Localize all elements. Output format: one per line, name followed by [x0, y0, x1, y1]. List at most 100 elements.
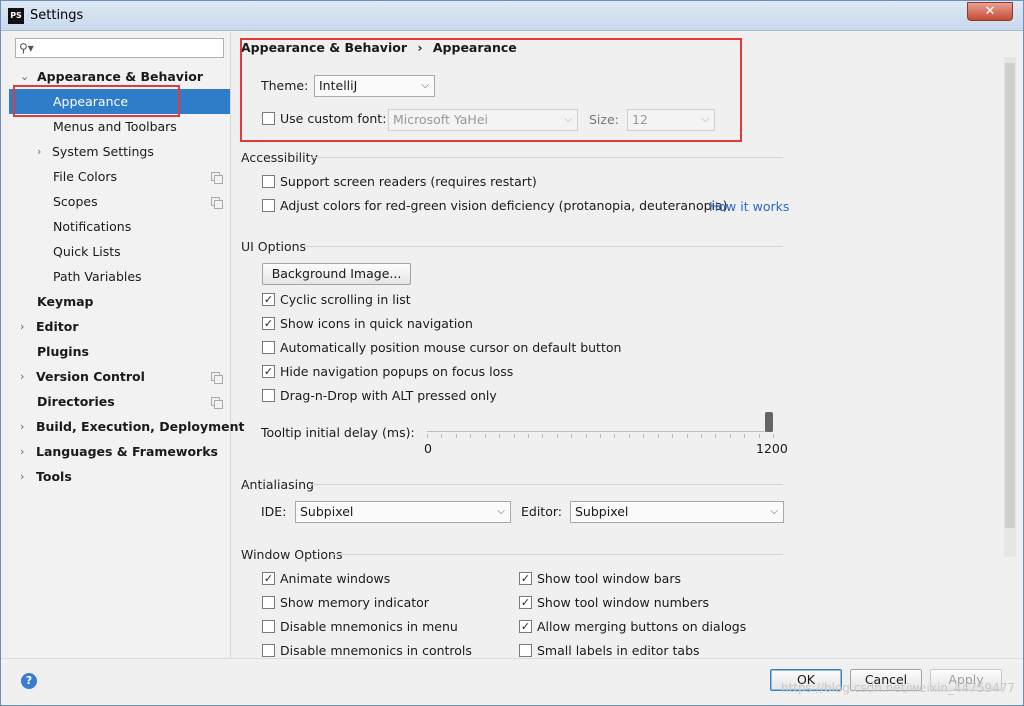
settings-sidebar: ⚲▾ ⌄ Appearance & Behavior Appearance Me…: [9, 32, 244, 658]
editor-antialiasing-select[interactable]: Subpixel ⌵: [570, 501, 784, 523]
theme-value: IntelliJ: [319, 78, 358, 93]
how-it-works-link[interactable]: How it works: [709, 199, 789, 214]
checkbox-box: [262, 620, 275, 633]
breadcrumb: Appearance & Behavior › Appearance: [241, 40, 517, 55]
help-icon[interactable]: ?: [21, 673, 37, 689]
project-scope-icon: [211, 372, 223, 384]
chevron-right-icon: ›: [20, 370, 25, 383]
slider-tick: [499, 434, 500, 438]
sidebar-item-label: Keymap: [37, 294, 94, 309]
checkbox-box: [262, 175, 275, 188]
search-input[interactable]: [40, 40, 220, 56]
sidebar-item-appearance-behavior[interactable]: ⌄ Appearance & Behavior: [9, 64, 230, 89]
chevron-down-icon: ⌵: [497, 506, 505, 517]
sidebar-item-menus-toolbars[interactable]: Menus and Toolbars: [9, 114, 230, 139]
title-bar: PS Settings ✕: [1, 1, 1023, 31]
sidebar-item-build-execution-deployment[interactable]: › Build, Execution, Deployment: [9, 414, 244, 439]
project-scope-icon: [211, 397, 223, 409]
sidebar-item-directories[interactable]: Directories: [9, 389, 230, 414]
sidebar-item-label: Menus and Toolbars: [53, 119, 177, 134]
close-button[interactable]: ✕: [967, 2, 1013, 21]
size-label: Size:: [589, 112, 619, 127]
slider-tick: [730, 434, 731, 438]
sidebar-item-quick-lists[interactable]: Quick Lists: [9, 239, 230, 264]
slider-tick: [701, 434, 702, 438]
window-options-section-title: Window Options: [241, 547, 343, 562]
vertical-scrollbar[interactable]: [1004, 57, 1016, 557]
ui-options-section-title: UI Options: [241, 239, 307, 254]
search-box[interactable]: ⚲▾: [15, 38, 224, 58]
section-divider: [332, 554, 783, 555]
breadcrumb-separator-icon: ›: [417, 40, 423, 55]
ide-antialiasing-value: Subpixel: [300, 504, 354, 519]
checkbox-label: Support screen readers (requires restart…: [280, 174, 537, 189]
section-divider: [312, 157, 783, 158]
breadcrumb-parent[interactable]: Appearance & Behavior: [241, 40, 407, 55]
close-icon: ✕: [984, 4, 996, 19]
sidebar-item-keymap[interactable]: Keymap: [9, 289, 230, 314]
checkbox-box: ✓: [262, 365, 275, 378]
checkbox-label: Cyclic scrolling in list: [280, 292, 411, 307]
slider-tick: [571, 434, 572, 438]
settings-content: Appearance & Behavior › Appearance Theme…: [232, 32, 1023, 658]
sidebar-item-editor[interactable]: › Editor: [9, 314, 230, 339]
sidebar-item-label: Directories: [37, 394, 115, 409]
slider-tick: [715, 434, 716, 438]
checkbox-box: [262, 199, 275, 212]
checkbox-label: Adjust colors for red-green vision defic…: [280, 198, 728, 213]
sidebar-item-label: Notifications: [53, 219, 132, 234]
font-size-select[interactable]: 12 ⌵: [627, 109, 715, 131]
sidebar-item-notifications[interactable]: Notifications: [9, 214, 230, 239]
slider-min-label: 0: [424, 441, 432, 456]
checkbox-box: ✓: [519, 596, 532, 609]
search-icon: ⚲▾: [19, 41, 34, 55]
sidebar-item-label: Build, Execution, Deployment: [36, 419, 245, 434]
checkbox-label: Show tool window bars: [537, 571, 681, 586]
sidebar-item-tools[interactable]: › Tools: [9, 464, 230, 489]
checkbox-label: Allow merging buttons on dialogs: [537, 619, 747, 634]
slider-thumb[interactable]: [765, 412, 773, 432]
checkbox-label: Drag-n-Drop with ALT pressed only: [280, 388, 497, 403]
settings-window: PS Settings ✕ ⚲▾ ⌄ Appearance & Behavior…: [0, 0, 1024, 706]
sidebar-item-path-variables[interactable]: Path Variables: [9, 264, 230, 289]
checkbox-box: [262, 341, 275, 354]
breadcrumb-current: Appearance: [432, 40, 517, 55]
theme-label: Theme:: [261, 78, 309, 93]
font-size-value: 12: [632, 112, 648, 127]
sidebar-item-label: Plugins: [37, 344, 89, 359]
tooltip-delay-slider[interactable]: [425, 412, 775, 442]
checkbox-box: ✓: [519, 572, 532, 585]
checkbox-box: ✓: [262, 293, 275, 306]
sidebar-item-scopes[interactable]: Scopes: [9, 189, 230, 214]
slider-tick: [542, 434, 543, 438]
sidebar-item-system-settings[interactable]: › System Settings: [9, 139, 230, 164]
sidebar-item-appearance[interactable]: Appearance: [9, 89, 230, 114]
checkbox-label: Automatically position mouse cursor on d…: [280, 340, 622, 355]
background-image-button[interactable]: Background Image...: [262, 263, 411, 285]
slider-track: [427, 431, 773, 432]
slider-tick: [629, 434, 630, 438]
slider-tick: [586, 434, 587, 438]
antialiasing-section-title: Antialiasing: [241, 477, 314, 492]
sidebar-item-file-colors[interactable]: File Colors: [9, 164, 230, 189]
chevron-right-icon: ›: [20, 470, 25, 483]
custom-font-select[interactable]: Microsoft YaHei ⌵: [388, 109, 578, 131]
chevron-right-icon: ›: [20, 445, 25, 458]
chevron-down-icon: ⌵: [421, 80, 429, 91]
slider-tick: [485, 434, 486, 438]
sidebar-item-version-control[interactable]: › Version Control: [9, 364, 230, 389]
theme-select[interactable]: IntelliJ ⌵: [314, 75, 435, 97]
chevron-down-icon: ⌵: [770, 506, 778, 517]
sidebar-item-label: Appearance & Behavior: [37, 69, 203, 84]
sidebar-item-label: Path Variables: [53, 269, 142, 284]
slider-tick: [672, 434, 673, 438]
sidebar-item-languages-frameworks[interactable]: › Languages & Frameworks: [9, 439, 230, 464]
sidebar-item-plugins[interactable]: Plugins: [9, 339, 230, 364]
chevron-right-icon: ›: [20, 320, 25, 333]
project-scope-icon: [211, 197, 223, 209]
checkbox-box: [262, 112, 275, 125]
scrollbar-thumb[interactable]: [1005, 63, 1015, 528]
editor-antialiasing-label: Editor:: [521, 504, 562, 519]
sidebar-item-label: Appearance: [53, 94, 129, 109]
ide-antialiasing-select[interactable]: Subpixel ⌵: [295, 501, 511, 523]
